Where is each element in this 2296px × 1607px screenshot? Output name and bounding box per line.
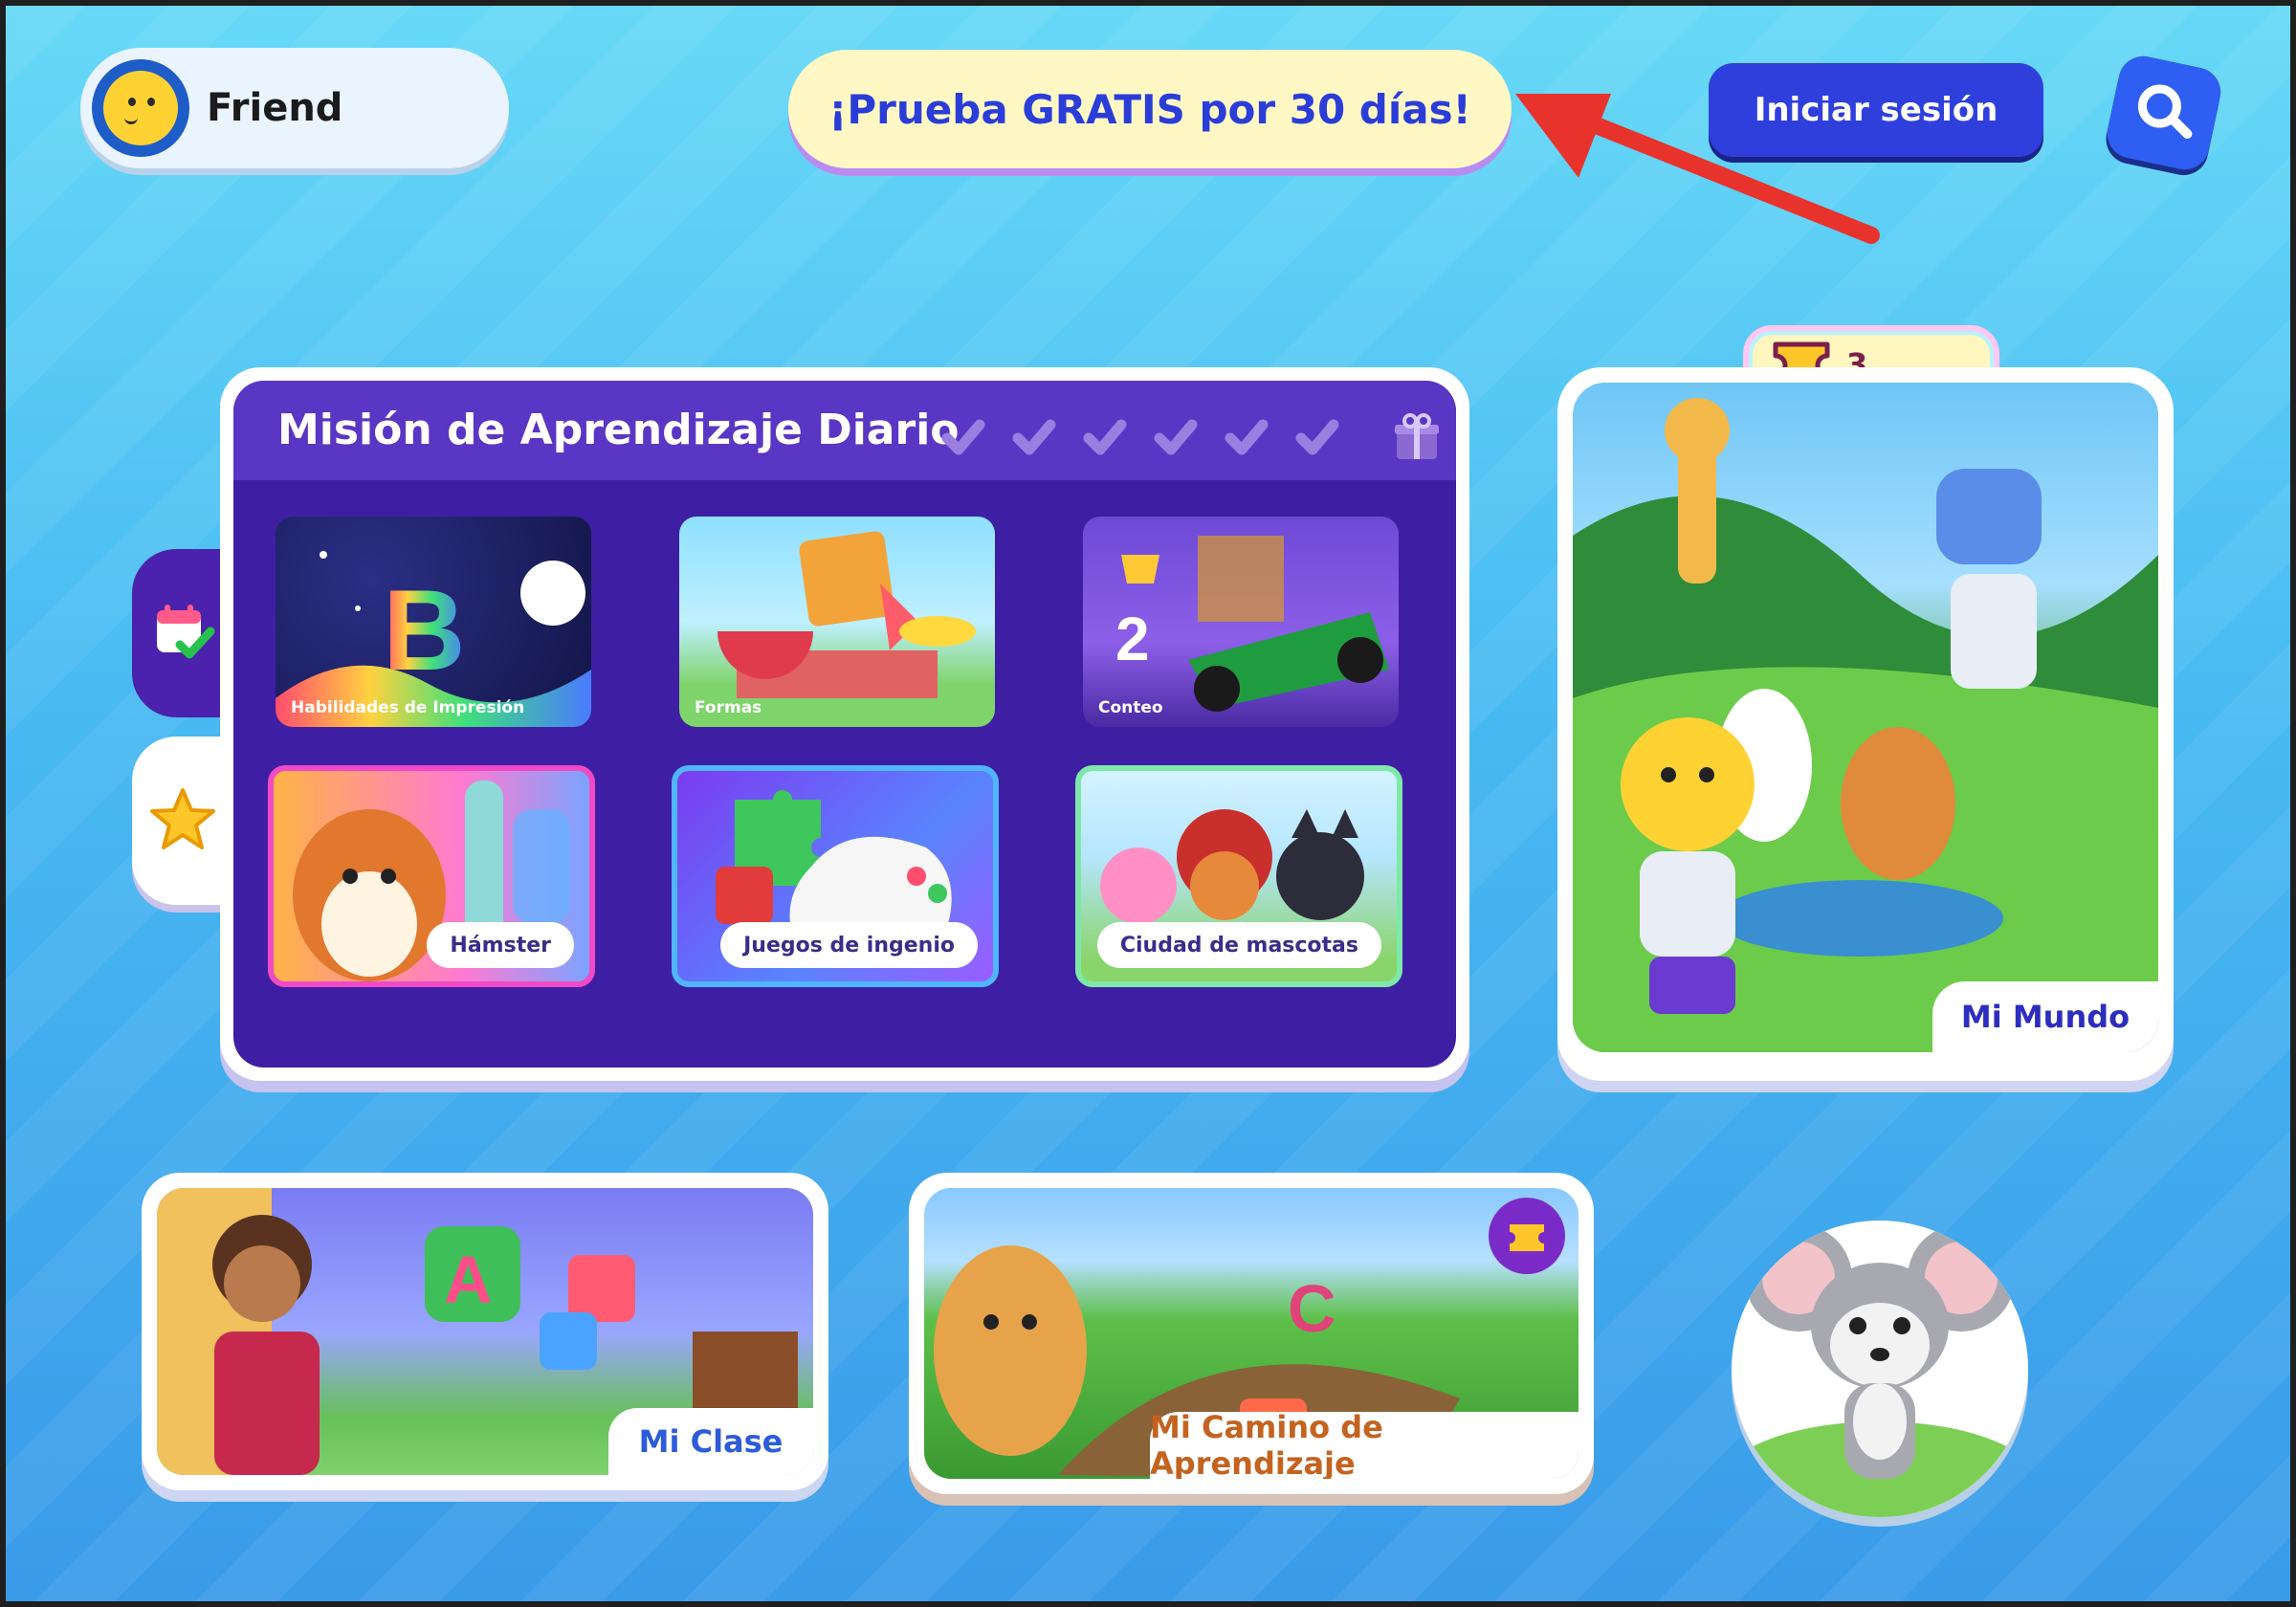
tile-label: Ciudad de mascotas — [1096, 922, 1381, 968]
svg-text:A: A — [444, 1243, 493, 1317]
mission-title: Misión de Aprendizaje Diario — [277, 406, 960, 454]
mi-mundo-label: Mi Mundo — [1932, 981, 2158, 1052]
tile-label: Formas — [695, 698, 762, 717]
check-icon — [1295, 419, 1339, 455]
world-illustration — [1573, 398, 2158, 1052]
tile-label: Juegos de ingenio — [720, 922, 978, 968]
login-button[interactable]: Iniciar sesión — [1709, 63, 2043, 157]
profile-pill[interactable]: Friend — [80, 48, 509, 168]
race-car-illustration: 2 — [1115, 536, 1389, 712]
tile-label: Conteo — [1098, 698, 1163, 717]
check-icon — [1012, 419, 1056, 455]
tile-conteo[interactable]: 2 Conteo — [1083, 517, 1399, 727]
letter-b-illustration: B — [276, 551, 591, 727]
search-button[interactable] — [2102, 51, 2226, 175]
gift-icon — [1395, 413, 1439, 459]
mi-clase-card[interactable]: A Mi Clase — [142, 1173, 828, 1490]
mi-clase-label: Mi Clase — [608, 1408, 813, 1475]
daily-mission-panel: Misión de Aprendizaje Diario B Habilidad… — [220, 367, 1469, 1081]
tile-label: Habilidades de Impresión — [291, 698, 525, 717]
svg-text:2: 2 — [1115, 605, 1150, 673]
svg-text:C: C — [1288, 1271, 1336, 1346]
tile-juegos-ingenio[interactable]: Juegos de ingenio — [672, 765, 999, 987]
tab-daily-mission[interactable] — [132, 549, 233, 717]
calendar-check-icon — [157, 605, 215, 659]
tab-favorites[interactable] — [132, 737, 233, 905]
tile-label: Hámster — [427, 922, 574, 968]
mi-camino-label: Mi Camino de Aprendizaje — [1150, 1409, 1578, 1479]
mascot-button[interactable] — [1732, 1221, 2028, 1517]
profile-name: Friend — [207, 86, 343, 130]
check-icon — [1225, 419, 1269, 455]
svg-text:B: B — [383, 566, 466, 694]
fruits-illustration — [718, 531, 976, 698]
tile-hamster[interactable]: Hámster — [268, 765, 595, 987]
tile-ciudad-mascotas[interactable]: Ciudad de mascotas — [1075, 765, 1402, 987]
check-icon — [1154, 419, 1198, 455]
app-screen: Friend ¡Prueba GRATIS por 30 días! Inici… — [6, 6, 2290, 1601]
mi-mundo-card[interactable]: Mi Mundo — [1557, 367, 2174, 1081]
avatar — [92, 59, 189, 157]
star-icon — [150, 788, 215, 849]
tile-habilidades-impresion[interactable]: B Habilidades de Impresión — [276, 517, 591, 727]
search-icon — [2137, 84, 2193, 140]
mi-camino-card[interactable]: C Mi Camino de Aprendizaje — [909, 1173, 1594, 1494]
mouse-mascot-icon — [1732, 1224, 2028, 1517]
check-icon — [1083, 419, 1127, 455]
free-trial-button[interactable]: ¡Prueba GRATIS por 30 días! — [788, 50, 1512, 168]
check-icon — [941, 419, 985, 455]
tile-formas[interactable]: Formas — [679, 517, 995, 727]
